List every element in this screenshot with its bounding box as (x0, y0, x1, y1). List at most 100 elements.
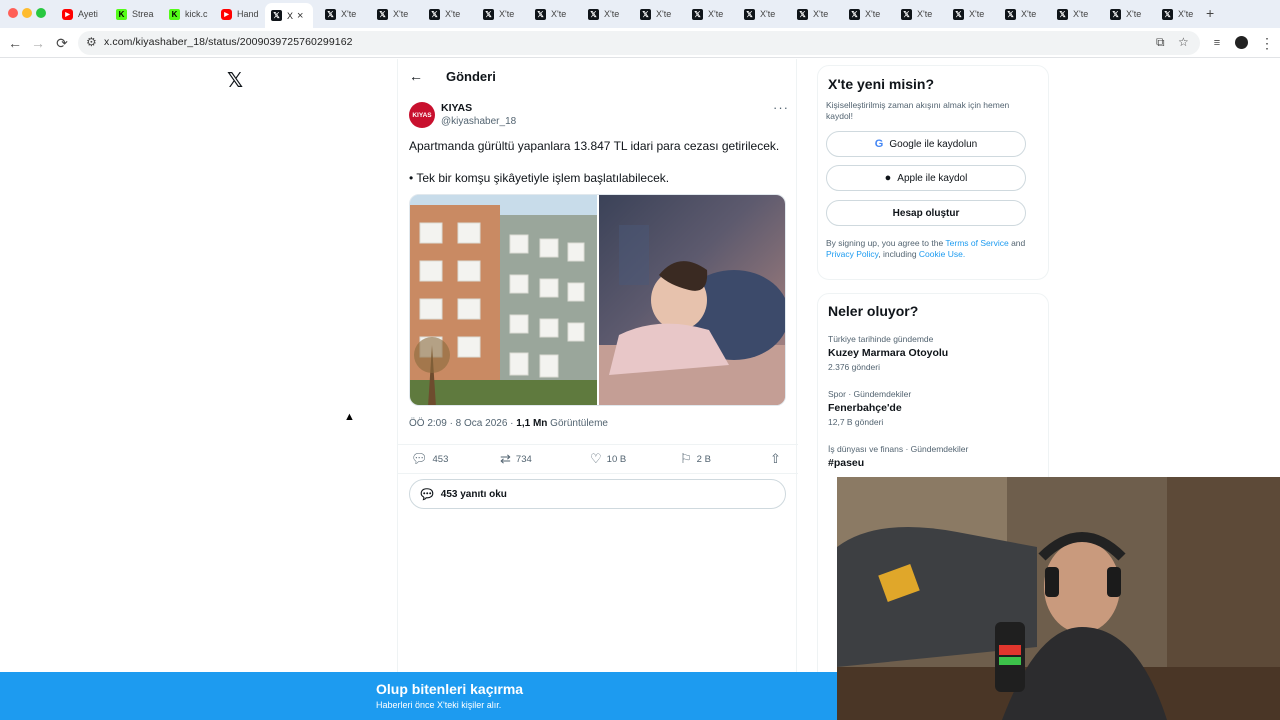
browser-tab-label: X'te (760, 9, 776, 19)
browser-tab[interactable]: Kkick.c (163, 3, 209, 25)
back-button[interactable]: ← (5, 33, 25, 53)
browser-tab[interactable]: 𝕏 X'te (999, 3, 1045, 25)
post-back-arrow-icon[interactable]: ← (409, 68, 423, 84)
browser-tab[interactable]: 𝕏 X'te (529, 3, 575, 25)
terms-link[interactable]: Terms of Service (945, 238, 1008, 248)
signup-banner[interactable]: Olup bitenleri kaçırma Haberleri önce X'… (0, 672, 837, 720)
browser-menu-icon[interactable]: ⋮ (1257, 33, 1277, 53)
reply-icon: 💬︎ (418, 485, 436, 502)
browser-tab-label: X'te (656, 9, 672, 19)
browser-tab[interactable]: 𝕏 X'te (843, 3, 889, 25)
browser-tab[interactable]: 𝕏 X'te (1051, 3, 1097, 25)
bookmark-star-icon[interactable]: ☆ (1178, 35, 1189, 49)
author-handle[interactable]: @kiyashaber_18 (441, 116, 516, 127)
post-text-line: • Tek bir komşu şikâyetiyle işlem başlat… (409, 171, 670, 185)
bookmark-icon: ⚐ (680, 451, 692, 466)
reply-button[interactable]: 💬︎ 453 (411, 451, 448, 467)
browser-tab[interactable]: 𝕏 X'te (895, 3, 941, 25)
x-favicon-icon: 𝕏 (1057, 8, 1068, 20)
cookie-link[interactable]: Cookie Use. (919, 249, 965, 259)
x-favicon-icon: 𝕏 (535, 8, 546, 20)
forward-button[interactable]: → (28, 33, 48, 53)
browser-tab[interactable]: 𝕏 X'te (477, 3, 523, 25)
x-favicon-icon: 𝕏 (325, 8, 336, 20)
like-button[interactable]: ♡ 10 B (590, 451, 626, 467)
create-account-button[interactable]: Hesap oluştur (826, 200, 1026, 226)
browser-tab[interactable]: ▶ Ayeti (56, 3, 102, 25)
window-minimize-button[interactable] (22, 8, 32, 18)
x-favicon-icon: 𝕏 (429, 8, 440, 20)
bookmark-button[interactable]: ⚐ 2 B (680, 451, 711, 467)
views-count: 1,1 Mn (516, 418, 548, 429)
browser-tab[interactable]: 𝕏 X'te (791, 3, 837, 25)
author-avatar[interactable]: KIYAS (409, 102, 435, 128)
address-bar[interactable]: ⚙ x.com/kiyashaber_18/status/20090397257… (78, 31, 1200, 55)
x-favicon-icon: 𝕏 (640, 8, 651, 20)
browser-tab[interactable]: 𝕏 X'te (634, 3, 680, 25)
x-favicon-icon: 𝕏 (849, 8, 860, 20)
browser-tab[interactable]: 𝕏 X'te (1104, 3, 1150, 25)
post-action-bar: 💬︎ 453 ⇄ 734 ♡ 10 B ⚐ 2 B ⇧ (398, 444, 798, 474)
browser-tab[interactable]: K Strea (110, 3, 156, 25)
x-favicon-icon: 𝕏 (271, 10, 282, 21)
share-icon: ⇧ (770, 451, 781, 466)
mouse-cursor-icon: ▲ (344, 411, 355, 423)
read-replies-button[interactable]: 💬︎ 453 yanıtı oku (409, 479, 786, 509)
browser-tab-label: X'te (917, 9, 933, 19)
privacy-link[interactable]: Privacy Policy (826, 249, 878, 259)
woman-in-bed-photo[interactable] (599, 195, 785, 405)
browser-tab[interactable]: ▶ Hand (215, 3, 261, 25)
trend-item[interactable]: İş dünyası ve finans · Gündemdekiler #pa… (828, 444, 1038, 469)
reload-button[interactable]: ⟳ (52, 33, 72, 53)
tab-close-icon[interactable]: × (297, 10, 303, 22)
browser-tab[interactable]: 𝕏 X'te (582, 3, 628, 25)
browser-toolbar: ← → ⟳ ⚙ x.com/kiyashaber_18/status/20090… (0, 28, 1280, 58)
window-close-button[interactable] (8, 8, 18, 18)
browser-tab-label: Strea (132, 9, 154, 19)
signup-card: X'te yeni misin? Kişiselleştirilmiş zama… (817, 65, 1049, 280)
browser-tab-label: Hand (237, 9, 259, 19)
x-favicon-icon: 𝕏 (1005, 8, 1016, 20)
author-name[interactable]: KIYAS (441, 102, 472, 114)
window-zoom-button[interactable] (36, 8, 46, 18)
browser-tab[interactable]: 𝕏 X'te (738, 3, 784, 25)
post-timestamp[interactable]: ÖÖ 2:09 · 8 Oca 2026 · 1,1 Mn Görüntülem… (409, 418, 608, 429)
apartment-building-photo[interactable] (410, 195, 597, 405)
browser-tab-label: X'te (1178, 9, 1194, 19)
google-signup-button[interactable]: G Google ile kaydolun (826, 131, 1026, 157)
x-favicon-icon: 𝕏 (692, 8, 703, 20)
browser-tab-label: X'te (393, 9, 409, 19)
browser-tab[interactable]: 𝕏 X'te (423, 3, 469, 25)
profile-avatar[interactable] (1235, 36, 1248, 49)
browser-tab[interactable]: 𝕏 X'te (947, 3, 993, 25)
install-app-icon[interactable]: ⧉ (1156, 35, 1165, 50)
url-text[interactable]: x.com/kiyashaber_18/status/2009039725760… (104, 36, 353, 48)
browser-tab[interactable]: 𝕏 X'te (1156, 3, 1202, 25)
browser-tab-label: X'te (499, 9, 515, 19)
browser-tab[interactable]: 𝕏 X'te (319, 3, 365, 25)
apple-signup-button[interactable]: ● Apple ile kaydol (826, 165, 1026, 191)
x-favicon-icon: 𝕏 (953, 8, 964, 20)
post-column: ← Gönderi KIYAS KIYAS @kiyashaber_18 ···… (397, 59, 798, 672)
reply-icon: 💬︎ (411, 451, 428, 466)
media-controls-icon[interactable]: ≡ (1207, 33, 1227, 53)
x-favicon-icon: 𝕏 (1162, 8, 1173, 20)
browser-tab[interactable]: 𝕏 X'te (371, 3, 417, 25)
x-favicon-icon: 𝕏 (377, 8, 388, 20)
repost-button[interactable]: ⇄ 734 (500, 451, 532, 467)
browser-tab[interactable]: 𝕏 X'te (686, 3, 732, 25)
browser-tab-label: X'te (865, 9, 881, 19)
site-info-icon[interactable]: ⚙ (86, 35, 97, 49)
trend-item[interactable]: Spor · Gündemdekiler Fenerbahçe'de 12,7 … (828, 389, 1038, 427)
more-options-icon[interactable]: ··· (773, 100, 789, 115)
youtube-favicon-icon: ▶ (221, 8, 232, 20)
x-favicon-icon: 𝕏 (483, 8, 494, 20)
share-button[interactable]: ⇧ (770, 451, 786, 467)
x-favicon-icon: 𝕏 (744, 8, 755, 20)
x-favicon-icon: 𝕏 (588, 8, 599, 20)
x-logo-icon[interactable]: 𝕏 (227, 68, 243, 92)
post-media-grid (409, 194, 786, 406)
trend-item[interactable]: Türkiye tarihinde gündemde Kuzey Marmara… (828, 334, 1038, 372)
new-tab-button[interactable]: + (1206, 5, 1214, 21)
browser-tab[interactable]: 𝕏 X × (265, 3, 313, 28)
